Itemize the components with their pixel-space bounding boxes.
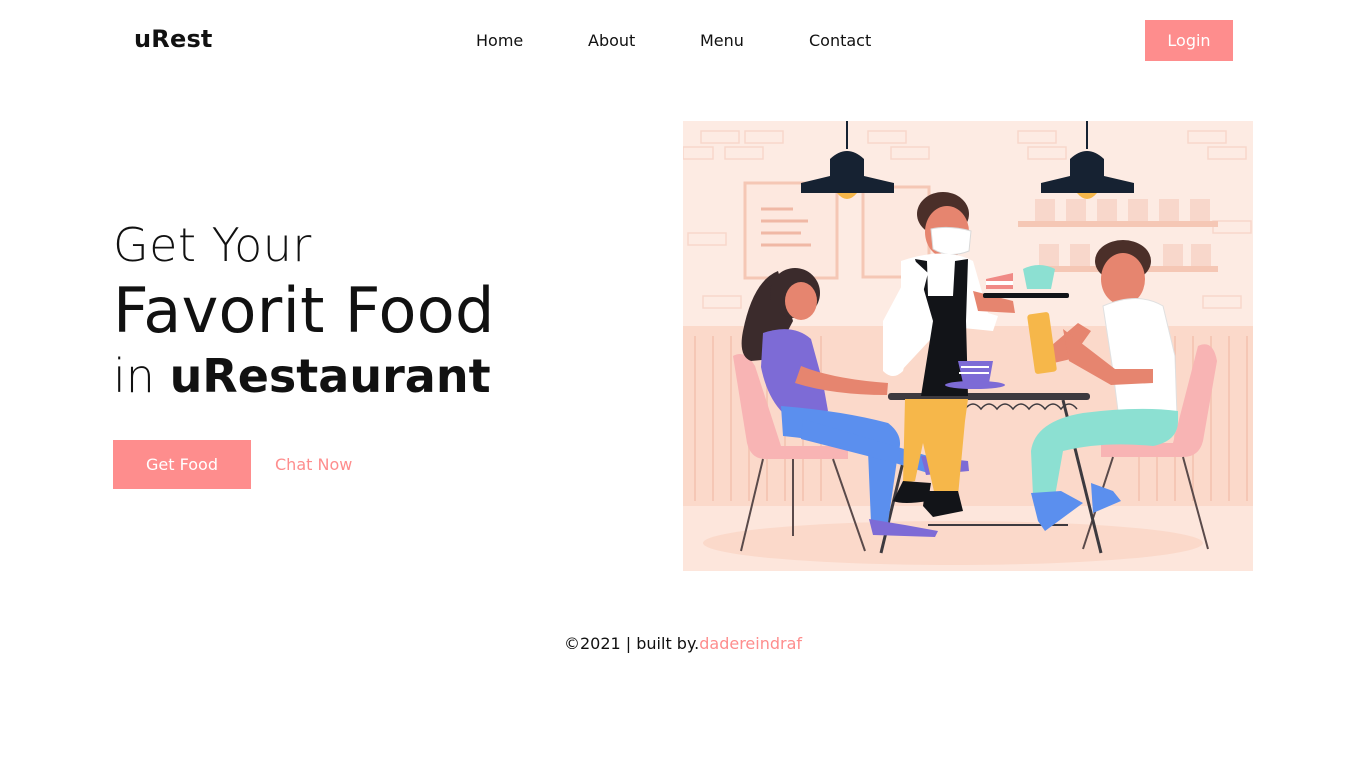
nav-contact-link[interactable]: Contact [809,31,871,50]
hero-headline: Get Your Favorit Food in uRestaurant [113,214,495,406]
chat-now-link[interactable]: Chat Now [275,455,352,474]
hero-line-1: Get Your [113,218,312,272]
footer: ©2021 | built by.dadereindraf [0,634,1366,653]
hero-brand-emphasis: uRestaurant [169,349,491,403]
floor-shadow [703,521,1203,565]
hero-line-3-prefix: in [113,349,170,403]
nav-menu-link[interactable]: Menu [700,31,744,50]
footer-copyright: ©2021 | built by. [563,634,700,653]
nav-about-link[interactable]: About [588,31,635,50]
hero-line-2: Favorit Food [113,274,495,347]
restaurant-scene-illustration [683,121,1253,571]
footer-author-link[interactable]: dadereindraf [699,634,802,653]
get-food-button[interactable]: Get Food [113,440,251,489]
nav-home-link[interactable]: Home [476,31,523,50]
hero-line-3: in uRestaurant [113,346,495,406]
login-button[interactable]: Login [1145,20,1233,61]
wall-menu-board-left [743,181,839,280]
